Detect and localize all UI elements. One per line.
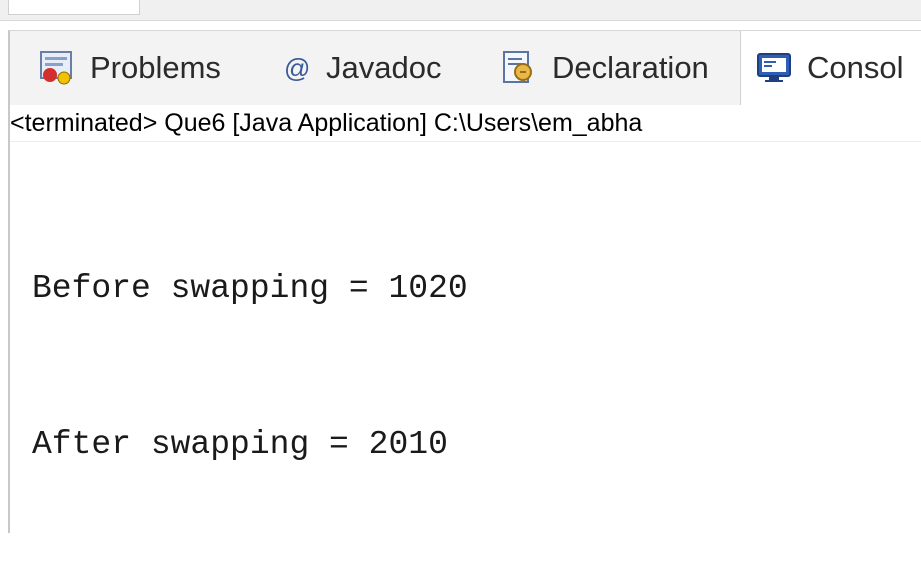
editor-tab-edge[interactable] <box>8 0 140 15</box>
view-tab-bar: Problems @ Javadoc Declaration Consol <box>10 31 921 106</box>
at-sign-icon: @ <box>282 49 312 87</box>
console-output[interactable]: Before swapping = 1020 After swapping = … <box>32 159 468 575</box>
editor-area-edge <box>0 0 921 21</box>
tab-console[interactable]: Consol <box>740 31 921 105</box>
problems-icon <box>38 49 76 87</box>
declaration-icon <box>500 49 538 87</box>
tab-declaration[interactable]: Declaration <box>500 31 709 105</box>
console-line: After swapping = 2010 <box>32 426 448 463</box>
svg-text:@: @ <box>284 53 310 83</box>
console-status: <terminated> Que6 [Java Application] C:\… <box>10 105 921 142</box>
console-line: Before swapping = 1020 <box>32 270 468 307</box>
console-monitor-icon <box>755 49 793 87</box>
tab-javadoc-label: Javadoc <box>326 50 442 85</box>
console-view: Problems @ Javadoc Declaration Consol <t… <box>8 30 921 533</box>
tab-javadoc[interactable]: @ Javadoc <box>282 31 441 105</box>
tab-problems-label: Problems <box>90 50 221 85</box>
tab-console-label: Consol <box>807 50 904 85</box>
tab-declaration-label: Declaration <box>552 50 709 85</box>
tab-problems[interactable]: Problems <box>38 31 221 105</box>
